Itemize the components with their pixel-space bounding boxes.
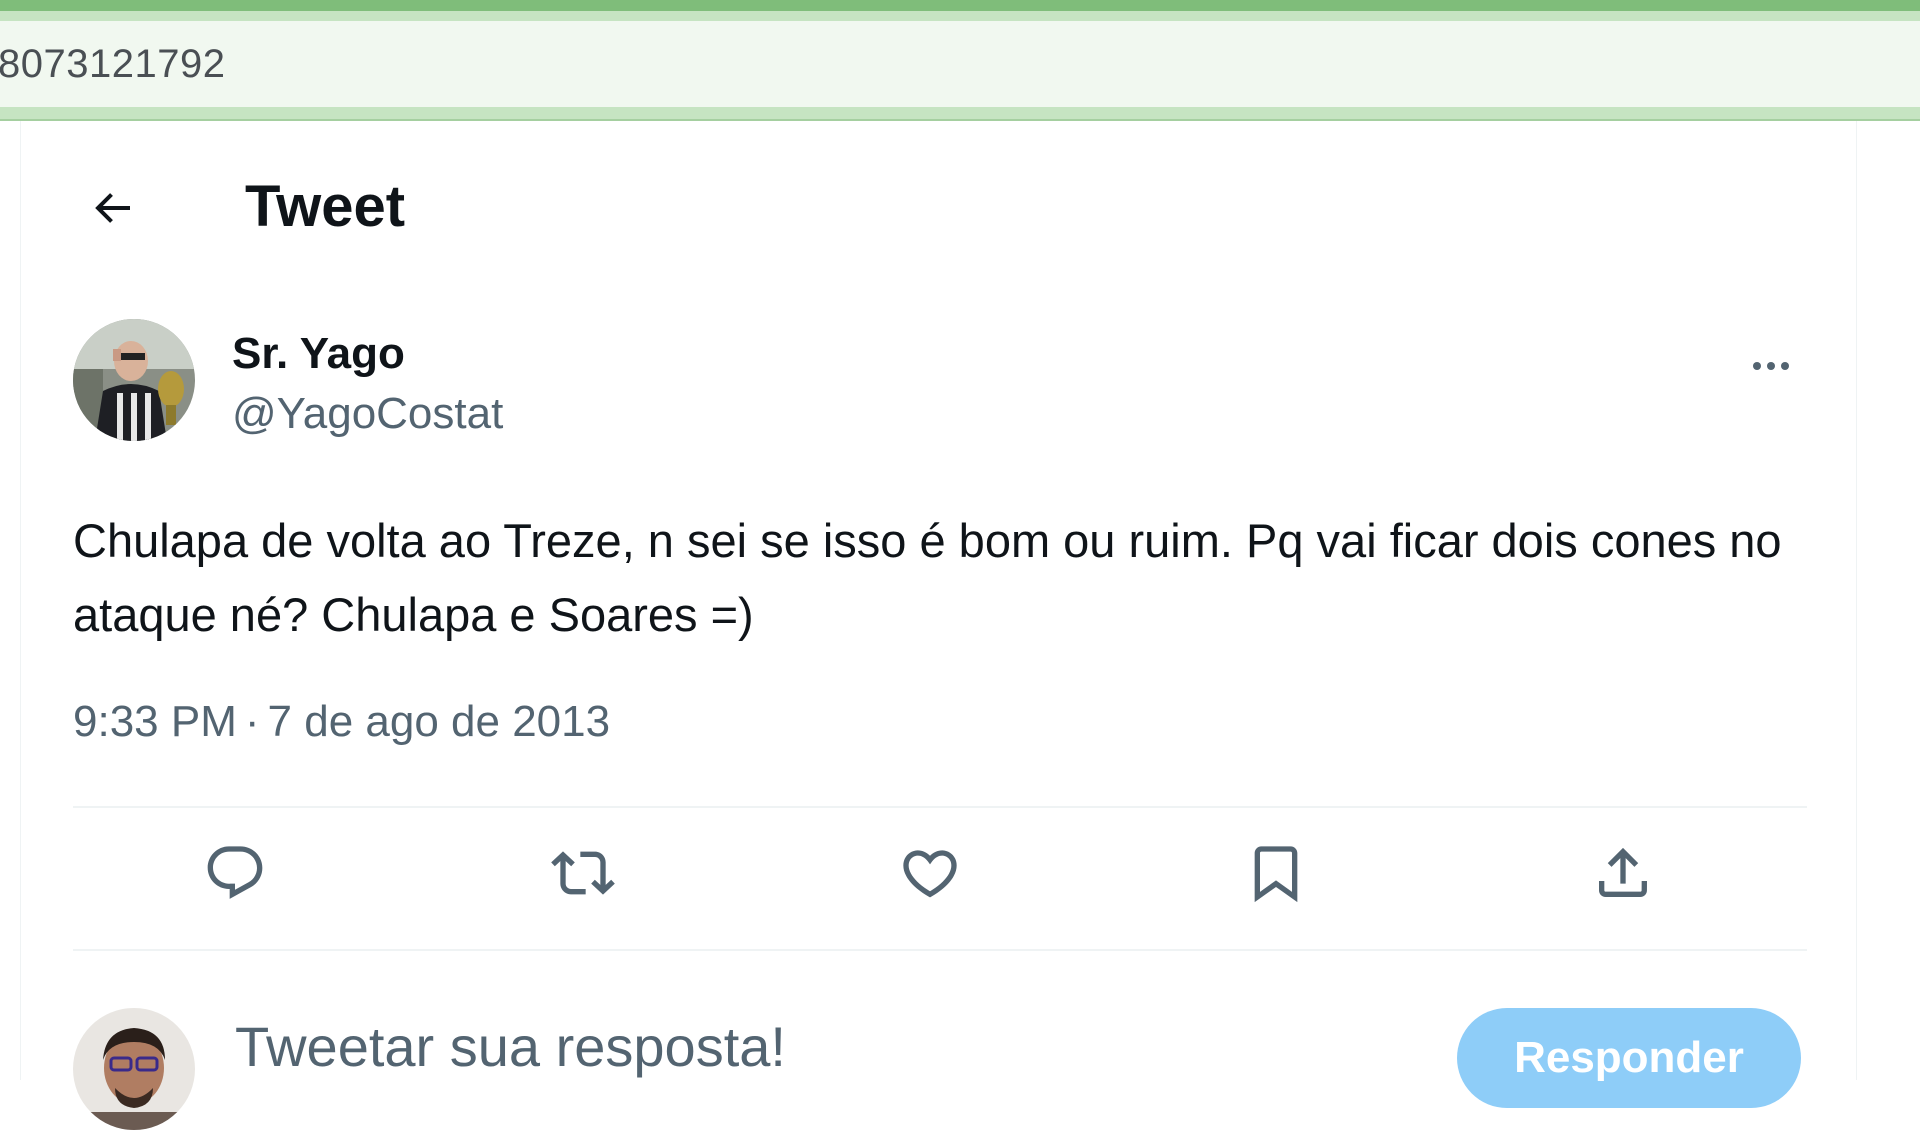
author-handle[interactable]: @YagoCostat (232, 386, 503, 442)
like-icon (903, 850, 957, 898)
author-avatar[interactable] (73, 319, 195, 441)
more-options-button[interactable] (1736, 331, 1806, 401)
tweet-header: Tweet (21, 121, 1856, 286)
current-user-avatar-image (73, 1008, 195, 1130)
arrow-left-icon (95, 193, 130, 223)
tweet-text: Chulapa de volta ao Treze, n sei se isso… (73, 514, 1782, 641)
retweet-button[interactable] (545, 835, 621, 911)
meta-separator: · (244, 697, 260, 746)
share-icon (1599, 847, 1647, 897)
share-button[interactable] (1585, 835, 1661, 911)
author-avatar-image (73, 319, 195, 441)
tweet-actions-bar (73, 809, 1807, 935)
like-button[interactable] (892, 835, 968, 911)
current-user-avatar[interactable] (73, 1008, 195, 1130)
browser-top-band (0, 0, 1920, 11)
page-title: Tweet (245, 174, 406, 239)
reply-button[interactable] (197, 835, 273, 911)
back-button[interactable] (71, 167, 153, 249)
address-bar-url[interactable]: 8073121792 (0, 42, 225, 87)
more-horizontal-icon (1753, 362, 1789, 370)
tweet-time[interactable]: 9:33 PM (73, 697, 237, 746)
divider-top (73, 806, 1807, 808)
tweet-date[interactable]: 7 de ago de 2013 (268, 697, 611, 746)
tweet-column: Tweet Sr. Yago @YagoCostat Chulapa de vo… (20, 121, 1857, 1130)
bookmark-button[interactable] (1238, 835, 1314, 911)
author-name[interactable]: Sr. Yago (232, 326, 405, 382)
reply-submit-button[interactable]: Responder (1457, 1008, 1801, 1108)
browser-top-band-light (0, 11, 1920, 21)
address-bar-border (0, 107, 1920, 121)
bookmark-icon (1254, 846, 1298, 903)
retweet-icon (551, 851, 615, 895)
reply-input[interactable] (235, 1001, 1435, 1091)
tweet-timestamp[interactable]: 9:33 PM · 7 de ago de 2013 (73, 694, 610, 750)
reply-icon (207, 846, 263, 899)
divider-bottom (73, 949, 1807, 951)
address-bar[interactable]: 8073121792 (0, 21, 1920, 107)
